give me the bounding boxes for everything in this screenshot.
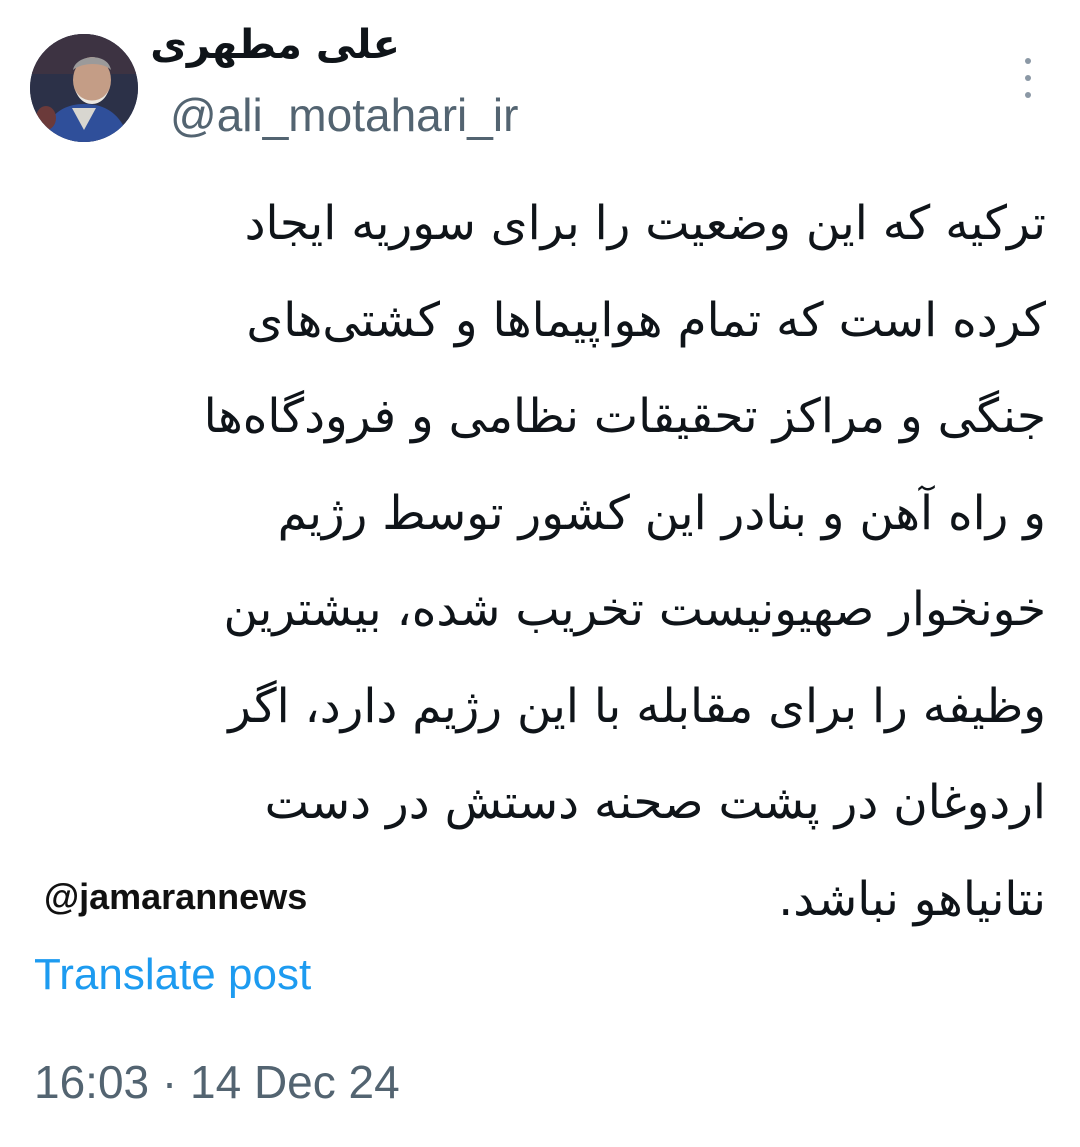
avatar-photo	[30, 34, 138, 142]
post-line: کرده است که تمام هواپیماها و کشتی‌های	[246, 292, 1046, 348]
tweet-card: علی مطهری @ali_motahari_ir ترکیه که این …	[0, 0, 1080, 1147]
post-line: جنگی و مراکز تحقیقات نظامی و فرودگاه‌ها	[203, 389, 1046, 444]
source-watermark: @jamarannews	[44, 876, 308, 917]
post-line: اردوغان در پشت صحنه دستش در دست	[264, 775, 1046, 830]
avatar[interactable]	[30, 34, 138, 142]
more-dot	[1025, 92, 1031, 98]
post-line: خونخوار صهیونیست تخریب شده، بیشترین	[223, 582, 1046, 637]
more-options-icon[interactable]	[1016, 58, 1040, 98]
post-text: ترکیه که این وضعیت را برای سوریه ایجاد ک…	[36, 176, 1046, 948]
translate-post-link[interactable]: Translate post	[34, 950, 311, 1000]
more-dot	[1025, 58, 1031, 64]
post-timestamp[interactable]: 16:03 · 14 Dec 24	[34, 1055, 400, 1109]
post-line: و راه آهن و بنادر این کشور توسط رژیم	[277, 485, 1046, 541]
more-dot	[1025, 75, 1031, 81]
post-line: ترکیه که این وضعیت را برای سوریه ایجاد	[244, 196, 1046, 251]
post-line: وظیفه را برای مقابله با این رژیم دارد، ا…	[228, 678, 1046, 734]
display-name[interactable]: علی مطهری	[150, 22, 400, 68]
user-handle[interactable]: @ali_motahari_ir	[170, 88, 518, 142]
